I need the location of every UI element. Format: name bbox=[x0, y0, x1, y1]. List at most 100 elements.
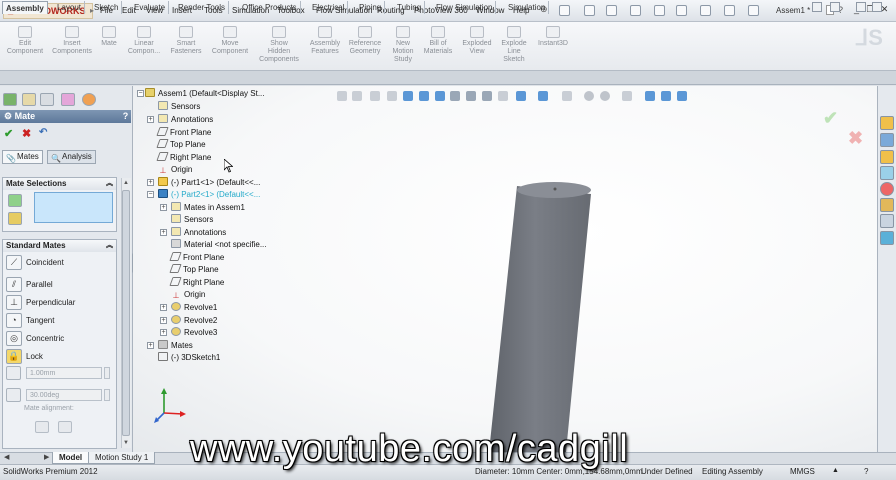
smart-fasteners-button[interactable]: Smart Fasteners bbox=[166, 26, 206, 56]
mate-selections-box[interactable] bbox=[34, 192, 113, 223]
tab-office-products[interactable]: Office Products bbox=[239, 1, 301, 14]
subtab-analysis[interactable]: 🔍 Analysis bbox=[47, 150, 96, 164]
options-icon[interactable] bbox=[748, 5, 759, 16]
mate-selections-header[interactable]: Mate Selections ︽ bbox=[3, 178, 116, 190]
angle-field[interactable]: 30.00deg bbox=[26, 389, 102, 401]
confirm-ok-icon[interactable]: ✔ bbox=[823, 108, 838, 129]
standard-views-icon[interactable] bbox=[538, 91, 548, 101]
previous-view-icon[interactable] bbox=[370, 91, 380, 101]
rotate-view-icon[interactable] bbox=[466, 91, 476, 101]
select-icon[interactable] bbox=[676, 5, 687, 16]
tab-simulation[interactable]: Simulation bbox=[505, 1, 550, 14]
tree-sensors[interactable]: Sensors bbox=[158, 101, 200, 113]
isometric-view-icon[interactable] bbox=[516, 91, 526, 101]
angle-mate-icon[interactable] bbox=[6, 388, 21, 402]
save-icon[interactable] bbox=[606, 5, 617, 16]
tree-revolve1[interactable]: Revolve1 bbox=[171, 302, 217, 314]
tab-tubing[interactable]: Tubing bbox=[394, 1, 426, 14]
zoom-to-fit-icon[interactable] bbox=[337, 91, 347, 101]
tab-render-tools[interactable]: Render Tools bbox=[175, 1, 229, 14]
property-manager-tab-icon[interactable] bbox=[22, 93, 36, 106]
tree-part2[interactable]: (-) Part2<1> (Default<<... bbox=[158, 189, 260, 201]
view-palette-icon[interactable] bbox=[880, 166, 894, 180]
tree-revolve2[interactable]: Revolve2 bbox=[171, 315, 217, 327]
scroll-tabs-right-icon[interactable]: ▶ bbox=[44, 453, 49, 461]
cylinder-part[interactable] bbox=[133, 86, 877, 452]
selection-filter-icon[interactable] bbox=[8, 194, 22, 207]
tree-part2-front-plane[interactable]: Front Plane bbox=[169, 252, 224, 264]
tree-top-plane[interactable]: Top Plane bbox=[156, 139, 206, 151]
move-view-icon[interactable] bbox=[677, 91, 687, 101]
sketch-view-icon[interactable] bbox=[498, 91, 508, 101]
exploded-view-button[interactable]: Exploded View bbox=[458, 26, 496, 56]
scroll-down-icon[interactable]: ▼ bbox=[123, 440, 129, 446]
refresh-icon[interactable] bbox=[661, 91, 671, 101]
appearances-icon[interactable] bbox=[880, 182, 894, 196]
tree-expand-icon[interactable]: + bbox=[160, 304, 167, 311]
scroll-up-icon[interactable]: ▲ bbox=[123, 180, 129, 186]
pm-help-icon[interactable]: ? bbox=[120, 110, 131, 123]
mate-concentric[interactable]: ◎ Concentric bbox=[6, 330, 64, 347]
mate-tangent[interactable]: ◔ Tangent bbox=[6, 312, 54, 329]
tab-layout[interactable]: Layout bbox=[54, 1, 86, 14]
zoom-to-area-icon[interactable] bbox=[352, 91, 362, 101]
tree-material[interactable]: Material <not specifie... bbox=[171, 239, 266, 251]
tree-expand-icon[interactable]: + bbox=[147, 179, 154, 186]
mate-perpendicular[interactable]: ⊥ Perpendicular bbox=[6, 294, 75, 311]
edit-appearance-icon[interactable] bbox=[584, 91, 594, 101]
hide-show-icon[interactable] bbox=[435, 91, 445, 101]
linear-pattern-button[interactable]: Linear Compon... bbox=[124, 26, 164, 56]
design-library-icon[interactable] bbox=[880, 133, 894, 147]
view-orientation-icon[interactable] bbox=[403, 91, 413, 101]
tile-vertical-icon[interactable] bbox=[830, 2, 840, 12]
tree-expand-icon[interactable]: + bbox=[160, 317, 167, 324]
tree-origin[interactable]: ⊥ Origin bbox=[158, 164, 193, 176]
tree-part2-right-plane[interactable]: Right Plane bbox=[169, 277, 224, 289]
toolbox-icon[interactable] bbox=[880, 214, 894, 228]
display-style-icon[interactable] bbox=[419, 91, 429, 101]
file-explorer-icon[interactable] bbox=[880, 150, 894, 164]
ok-check-icon[interactable]: ✔ bbox=[4, 127, 13, 140]
tab-model[interactable]: Model bbox=[52, 452, 90, 464]
pm-scrollbar-thumb[interactable] bbox=[122, 190, 130, 436]
zoom-icon[interactable] bbox=[450, 91, 460, 101]
tree-part2-origin[interactable]: ⊥ Origin bbox=[171, 289, 206, 301]
display-manager-tab-icon[interactable] bbox=[82, 93, 96, 106]
tree-expand-icon[interactable]: + bbox=[147, 116, 154, 123]
tree-root-assem1[interactable]: Assem1 (Default<Display St... bbox=[145, 88, 264, 100]
mate-button[interactable]: Mate bbox=[96, 26, 122, 48]
tab-motion-study-1[interactable]: Motion Study 1 bbox=[88, 452, 156, 464]
undo-icon[interactable] bbox=[654, 5, 665, 16]
tree-part2-annotations[interactable]: Annotations bbox=[171, 227, 226, 239]
section-view-icon[interactable] bbox=[387, 91, 397, 101]
tree-part2-sensors[interactable]: Sensors bbox=[171, 214, 213, 226]
standard-mates-header[interactable]: Standard Mates ︽ bbox=[3, 240, 116, 252]
hide-items-icon[interactable] bbox=[562, 91, 572, 101]
pan-icon[interactable] bbox=[482, 91, 492, 101]
tree-part1[interactable]: (-) Part1<1> (Default<<... bbox=[158, 177, 260, 189]
restore-doc-icon[interactable] bbox=[856, 2, 866, 12]
tab-assembly[interactable]: Assembly bbox=[2, 1, 48, 14]
graphics-area[interactable] bbox=[133, 86, 877, 452]
instant3d-button[interactable]: Instant3D bbox=[534, 26, 572, 48]
anti-aligned-icon[interactable] bbox=[58, 421, 72, 433]
mate-coincident[interactable]: ⟋ Coincident bbox=[6, 254, 64, 271]
view-settings-icon[interactable] bbox=[622, 91, 632, 101]
configuration-manager-tab-icon[interactable] bbox=[40, 93, 54, 106]
tree-annotations[interactable]: Annotations bbox=[158, 114, 213, 126]
assembly-features-button[interactable]: Assembly Features bbox=[306, 26, 344, 56]
rebuild-icon[interactable] bbox=[700, 5, 711, 16]
tree-collapse-icon[interactable]: − bbox=[147, 191, 154, 198]
distance-field[interactable]: 1.00mm bbox=[26, 367, 102, 379]
angle-spinner[interactable] bbox=[104, 389, 110, 401]
tree-expand-icon[interactable]: + bbox=[160, 329, 167, 336]
apply-scene-icon[interactable] bbox=[600, 91, 610, 101]
explode-line-sketch-button[interactable]: Explode Line Sketch bbox=[496, 26, 532, 64]
tree-expand-icon[interactable]: + bbox=[147, 342, 154, 349]
mate-lock[interactable]: 🔒 Lock bbox=[6, 348, 43, 365]
tree-expand-icon[interactable]: + bbox=[160, 229, 167, 236]
mate-parallel[interactable]: ⫽ Parallel bbox=[6, 276, 53, 293]
solidworks-resources-icon[interactable] bbox=[880, 116, 894, 130]
tree-front-plane[interactable]: Front Plane bbox=[156, 127, 211, 139]
reference-geometry-button[interactable]: Reference Geometry bbox=[344, 26, 386, 56]
